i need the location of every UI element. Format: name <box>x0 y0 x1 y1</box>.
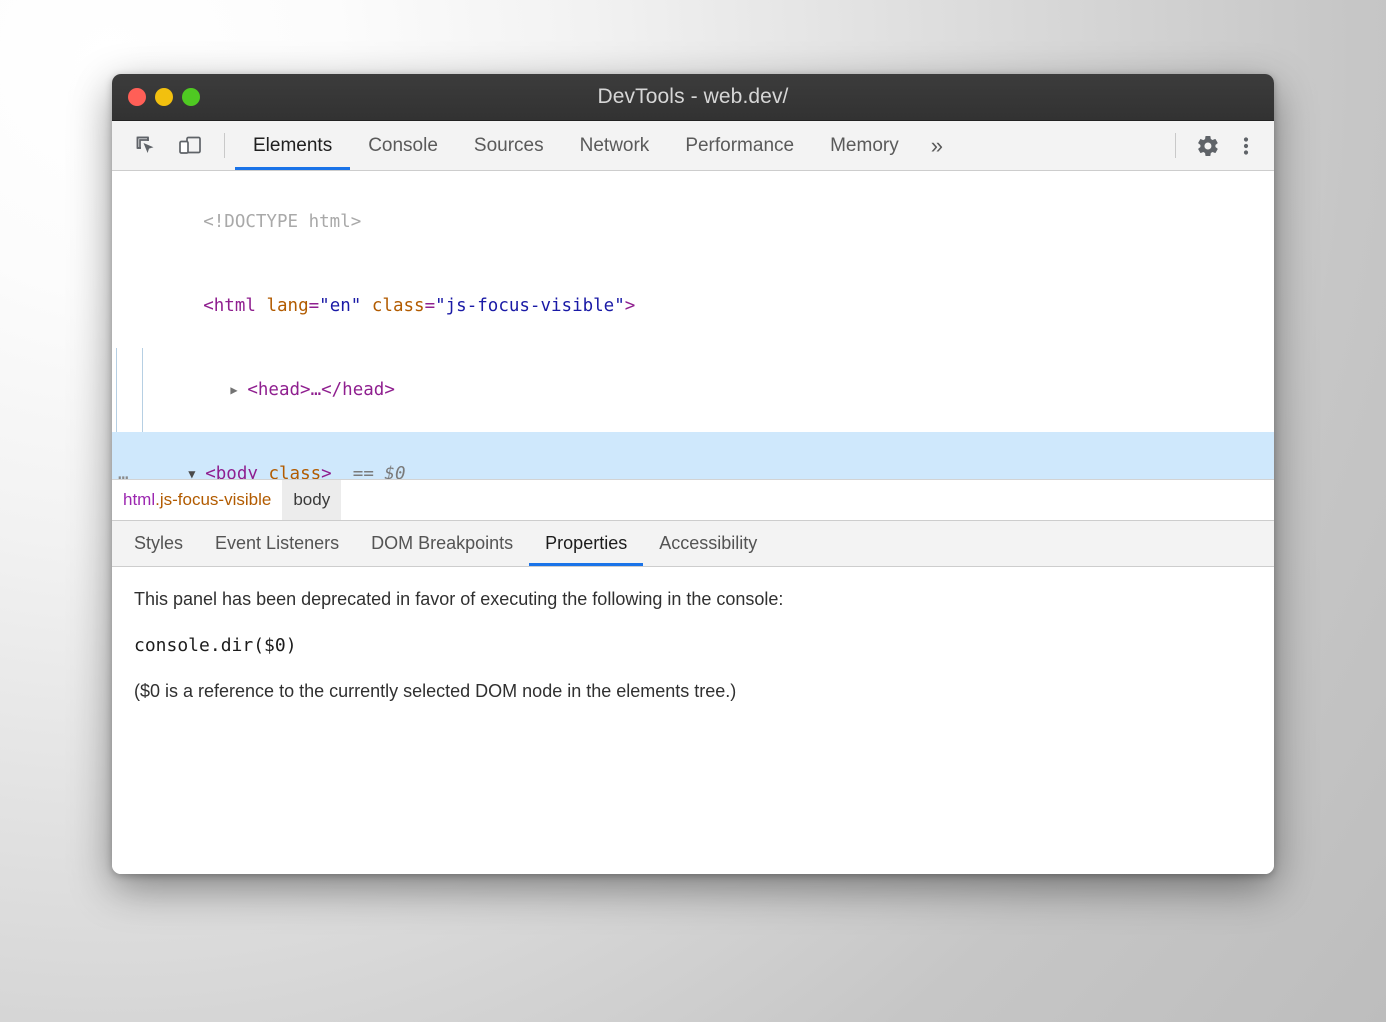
dom-node-body-selected[interactable]: … ▼ <body class> == $0 <box>112 432 1274 479</box>
toolbar-divider-right <box>1175 133 1176 158</box>
tab-memory[interactable]: Memory <box>812 121 917 170</box>
window-titlebar: DevTools - web.dev/ <box>112 74 1274 121</box>
head-text: <head>…</head> <box>247 380 395 400</box>
device-toolbar-icon[interactable] <box>172 129 208 163</box>
tab-elements-label: Elements <box>253 135 332 157</box>
tab-sources[interactable]: Sources <box>456 121 562 170</box>
tab-styles[interactable]: Styles <box>118 521 199 566</box>
html-children: ▶<head>…</head> <box>116 348 1274 432</box>
body-tag-name: body <box>216 464 258 479</box>
body-eq: == <box>353 464 374 479</box>
expand-head-triangle[interactable]: ▶ <box>230 376 243 404</box>
inspect-element-icon[interactable] <box>128 129 164 163</box>
tab-console-label: Console <box>368 135 438 157</box>
chevron-double-right-icon: » <box>931 133 943 159</box>
sidebar-tab-list: Styles Event Listeners DOM Breakpoints P… <box>112 520 1274 567</box>
tab-sources-label: Sources <box>474 135 544 157</box>
dom-node-doctype[interactable]: <!DOCTYPE html> <box>112 180 1274 264</box>
devtools-toolbar: Elements Console Sources Network Perform… <box>112 121 1274 171</box>
tab-console[interactable]: Console <box>350 121 456 170</box>
dom-tree-panel[interactable]: <!DOCTYPE html> <html lang="en" class="j… <box>112 171 1274 479</box>
html-attr-class: class <box>372 296 425 316</box>
html-child-wrap: ▶<head>…</head> <box>142 348 1274 432</box>
node-overflow-dots[interactable]: … <box>118 460 130 479</box>
maximize-window-button[interactable] <box>182 88 200 106</box>
tab-styles-label: Styles <box>134 533 183 554</box>
kebab-menu-icon[interactable] <box>1228 129 1264 163</box>
toolbar-right-icons <box>1163 121 1274 170</box>
tab-properties[interactable]: Properties <box>529 521 643 566</box>
tab-elements[interactable]: Elements <box>235 121 350 170</box>
html-attr-lang-value: "en" <box>319 296 361 316</box>
window-title: DevTools - web.dev/ <box>112 85 1274 109</box>
tab-accessibility-label: Accessibility <box>659 533 757 554</box>
html-tag-name: html <box>214 296 256 316</box>
gear-icon[interactable] <box>1190 129 1226 163</box>
collapse-body-triangle[interactable]: ▼ <box>188 460 201 479</box>
body-gt: > <box>321 464 332 479</box>
breadcrumb-body-tag: body <box>293 490 330 510</box>
html-attr-lang: lang <box>266 296 308 316</box>
body-dollar-zero: $0 <box>384 464 405 479</box>
traffic-light-group <box>128 88 200 106</box>
tab-network[interactable]: Network <box>562 121 668 170</box>
breadcrumb-html-tag: html <box>123 490 155 510</box>
dollar-zero-explanation: ($0 is a reference to the currently sele… <box>134 681 1252 702</box>
doctype-text: <!DOCTYPE html> <box>203 212 361 232</box>
breadcrumb-item-body[interactable]: body <box>282 480 341 520</box>
body-attr-class: class <box>268 464 321 479</box>
tab-network-label: Network <box>580 135 650 157</box>
console-command-snippet: console.dir($0) <box>134 635 1252 656</box>
more-tabs-button[interactable]: » <box>917 121 957 170</box>
toolbar-divider <box>224 133 225 158</box>
tab-performance-label: Performance <box>685 135 794 157</box>
breadcrumb-html-class: .js-focus-visible <box>155 490 271 510</box>
html-lt: < <box>203 296 214 316</box>
tab-dom-breakpoints-label: DOM Breakpoints <box>371 533 513 554</box>
devtools-window: DevTools - web.dev/ Elements Console <box>112 74 1274 874</box>
html-gt: > <box>625 296 636 316</box>
tab-accessibility[interactable]: Accessibility <box>643 521 773 566</box>
tab-event-listeners-label: Event Listeners <box>215 533 339 554</box>
dom-node-html[interactable]: <html lang="en" class="js-focus-visible"… <box>112 264 1274 348</box>
body-lt: < <box>205 464 216 479</box>
breadcrumb-item-html[interactable]: html.js-focus-visible <box>112 480 282 520</box>
tab-memory-label: Memory <box>830 135 899 157</box>
tab-performance[interactable]: Performance <box>667 121 812 170</box>
tab-event-listeners[interactable]: Event Listeners <box>199 521 355 566</box>
dom-node-head[interactable]: ▶<head>…</head> <box>142 348 1274 432</box>
minimize-window-button[interactable] <box>155 88 173 106</box>
tab-properties-label: Properties <box>545 533 627 554</box>
close-window-button[interactable] <box>128 88 146 106</box>
html-attr-class-value: "js-focus-visible" <box>435 296 625 316</box>
tab-dom-breakpoints[interactable]: DOM Breakpoints <box>355 521 529 566</box>
toolbar-left-icons <box>112 121 235 170</box>
panel-tab-list: Elements Console Sources Network Perform… <box>235 121 1163 170</box>
breadcrumb: html.js-focus-visible body <box>112 479 1274 520</box>
deprecation-message: This panel has been deprecated in favor … <box>134 589 1252 610</box>
properties-panel-content: This panel has been deprecated in favor … <box>112 567 1274 874</box>
